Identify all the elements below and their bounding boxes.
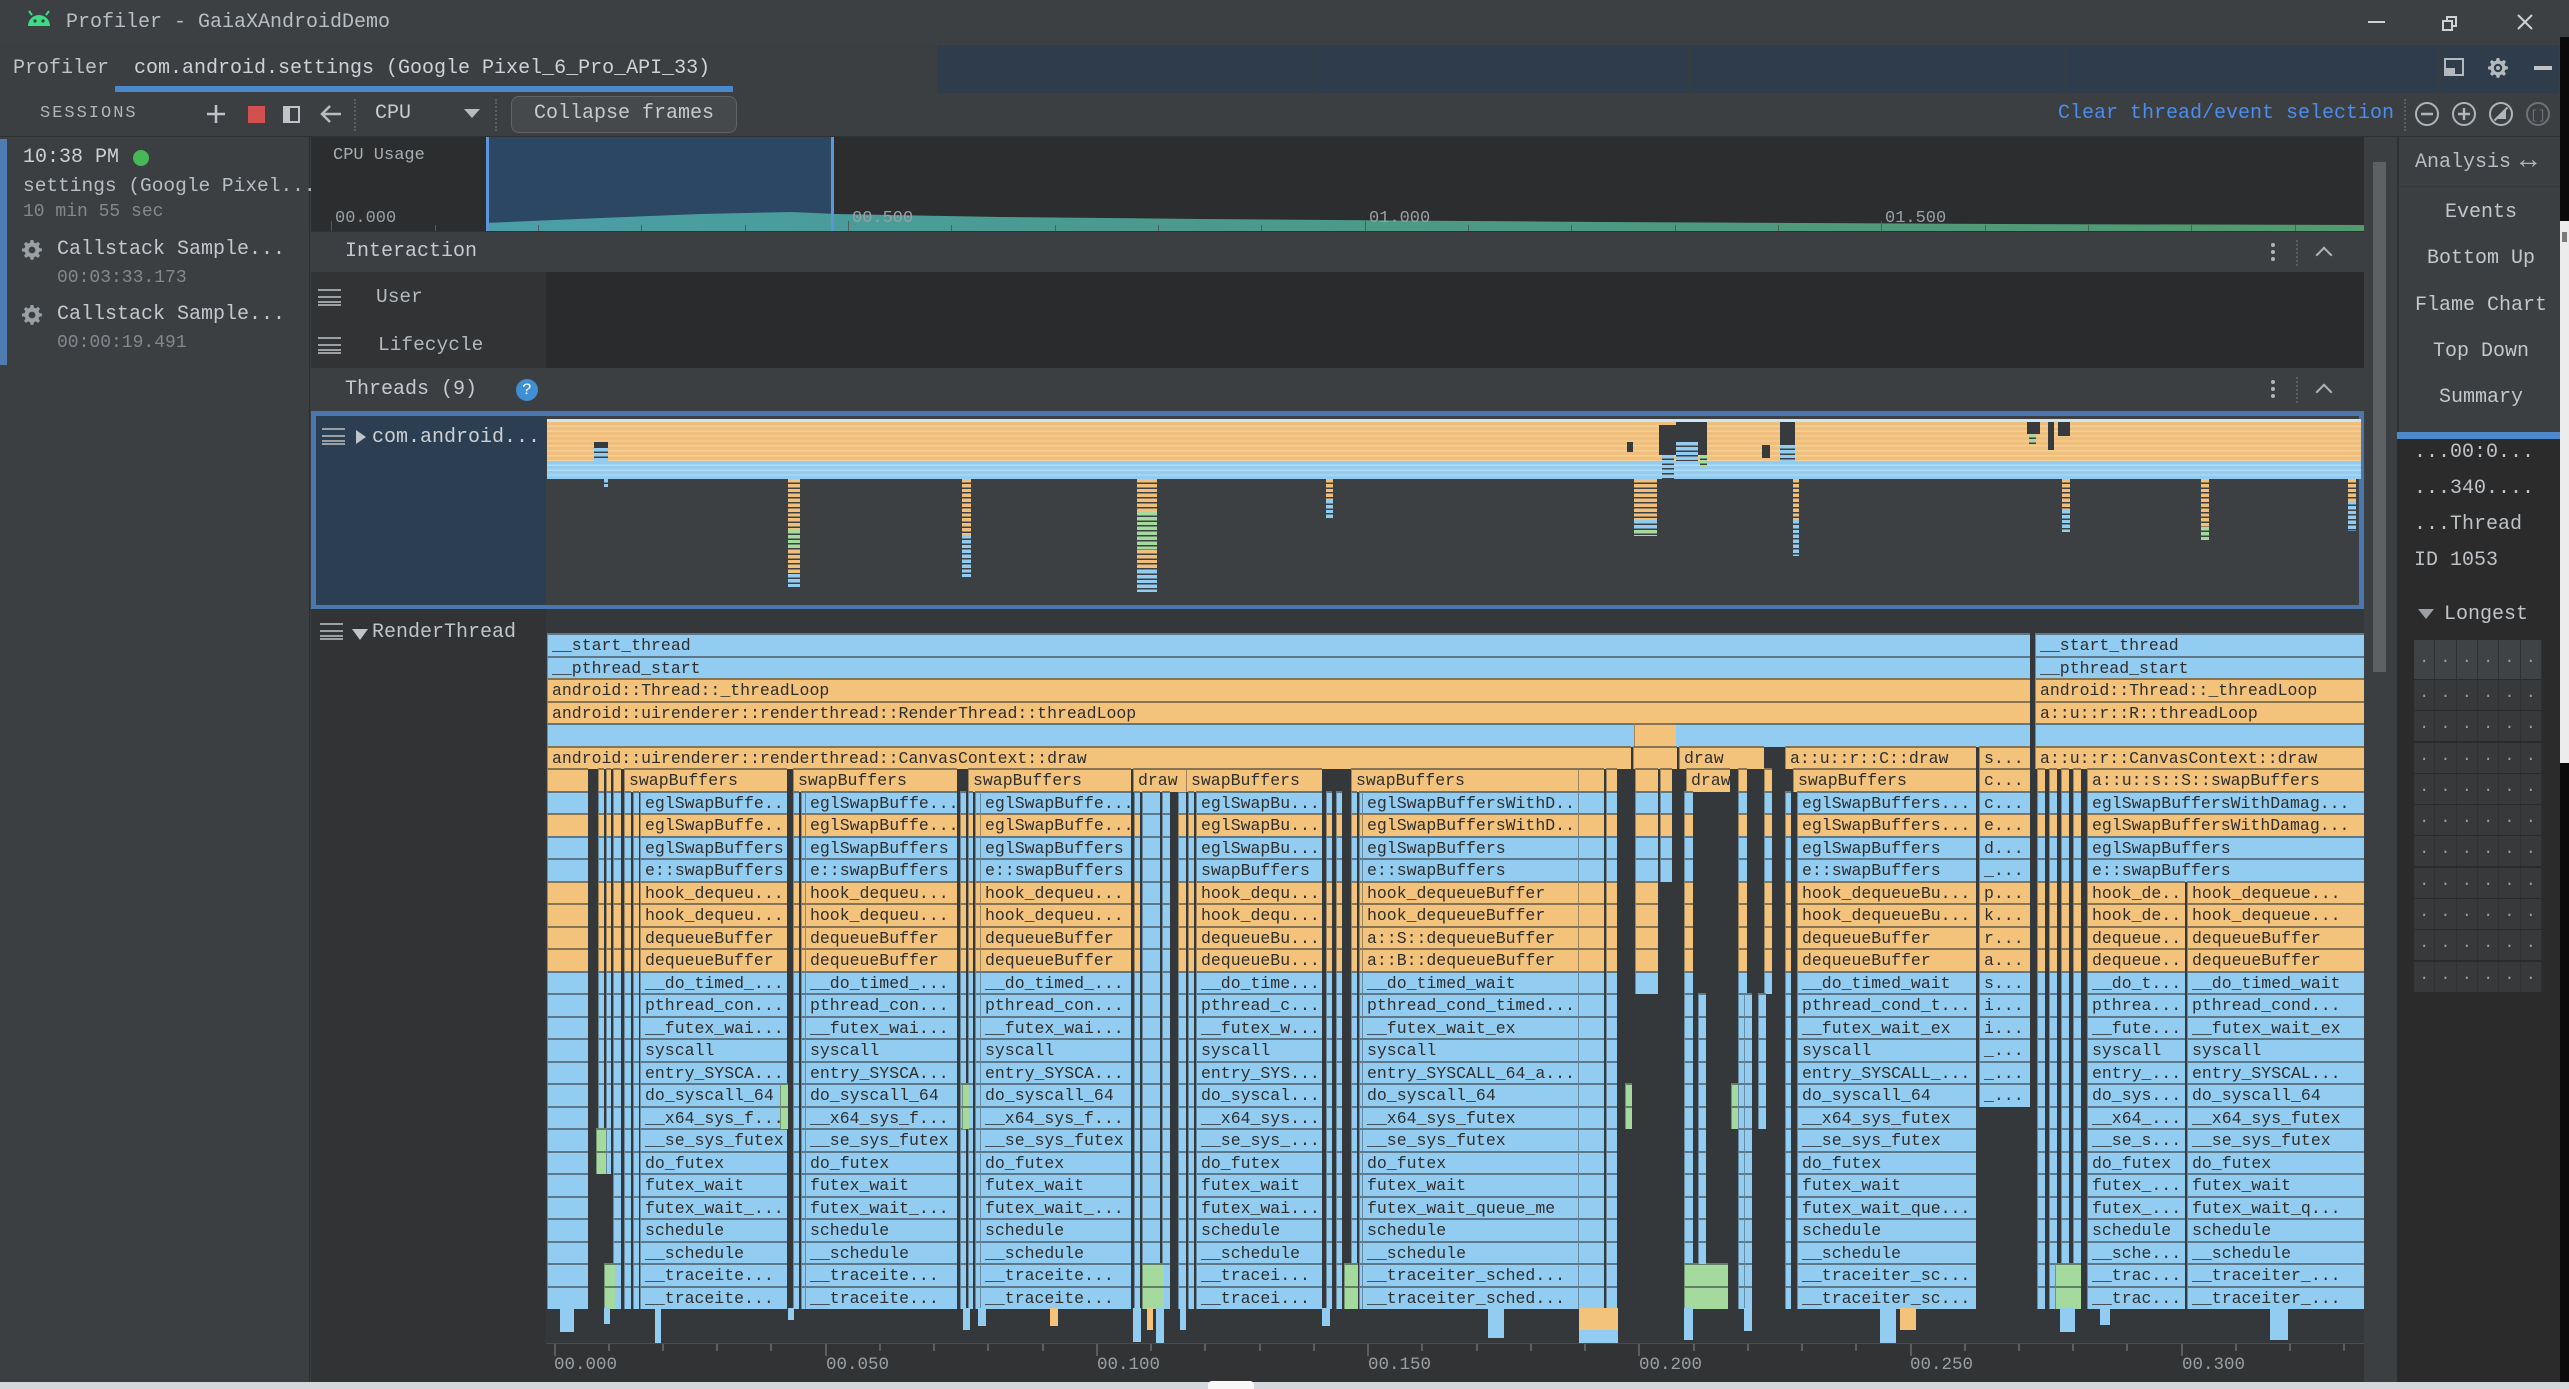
svg-text:[]: []: [2530, 108, 2546, 123]
